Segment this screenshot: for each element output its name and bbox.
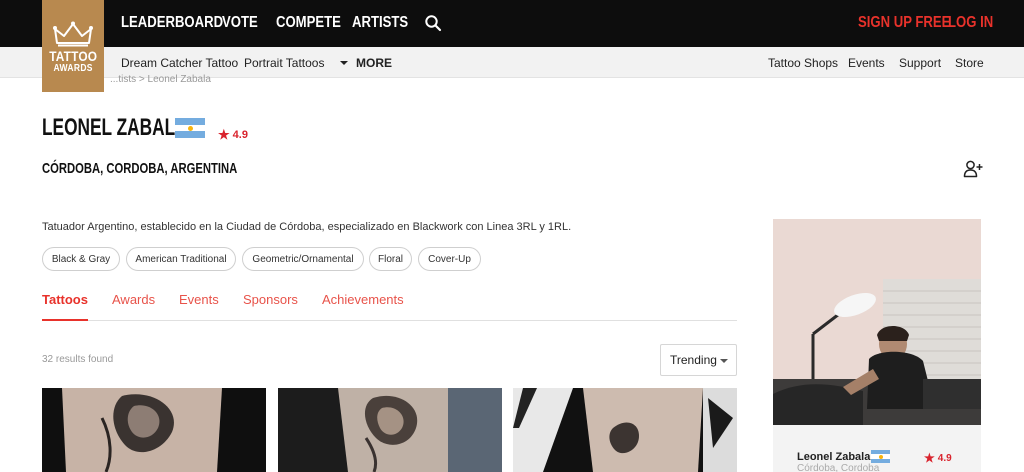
logo-line-2: AWARDS	[53, 63, 93, 74]
chevron-down-icon	[720, 359, 728, 363]
subnav-events[interactable]: Events	[848, 56, 885, 70]
card-artist-name[interactable]: Leonel Zabala	[797, 451, 870, 463]
tab-tattoos[interactable]: Tattoos	[42, 292, 88, 321]
login-link[interactable]: LOG IN	[948, 14, 993, 32]
card-rating: ★ 4.9	[924, 451, 952, 465]
tag-geometric-ornamental[interactable]: Geometric/Ornamental	[242, 247, 364, 271]
nav-artists[interactable]: ARTISTS	[352, 14, 408, 32]
sort-dropdown[interactable]: Trending	[660, 344, 737, 376]
profile-tabs: Tattoos Awards Events Sponsors Achieveme…	[42, 292, 737, 321]
nav-compete[interactable]: COMPETE	[276, 14, 341, 32]
crown-icon	[53, 21, 93, 47]
tab-achievements[interactable]: Achievements	[322, 292, 404, 321]
card-location: Córdoba, Cordoba	[797, 463, 880, 472]
subnav-portrait-tattoos[interactable]: Portrait Tattoos	[244, 56, 324, 70]
subnav-dream-catcher[interactable]: Dream Catcher Tattoo	[121, 56, 238, 70]
subnav-more-dropdown[interactable]: MORE	[340, 56, 392, 70]
breadcrumb[interactable]: ...tists > Leonel Zabala	[110, 74, 211, 85]
argentina-flag-icon	[175, 118, 205, 138]
add-user-icon[interactable]	[963, 160, 983, 178]
artist-location: CÓRDOBA, CORDOBA, ARGENTINA	[42, 160, 238, 177]
tab-awards[interactable]: Awards	[112, 292, 155, 321]
nav-leaderboard[interactable]: LEADERBOARD	[121, 14, 223, 32]
top-navbar: LEADERBOARD VOTE COMPETE ARTISTS SIGN UP…	[0, 0, 1024, 47]
tattoo-image[interactable]	[513, 388, 737, 472]
star-icon: ★	[924, 451, 935, 465]
tattoo-awards-logo[interactable]: TATTOO AWARDS	[42, 0, 104, 92]
artist-card[interactable]: Leonel Zabala ★ 4.9	[773, 219, 981, 472]
tattoo-photo	[278, 388, 502, 472]
subnav-support[interactable]: Support	[899, 56, 941, 70]
results-count: 32 results found	[42, 354, 114, 365]
artist-name: LEONEL ZABALA	[42, 114, 188, 141]
subnav-more-label: MORE	[356, 56, 392, 70]
tattoo-photo	[513, 388, 737, 472]
tag-american-traditional[interactable]: American Traditional	[126, 247, 236, 271]
nav-vote[interactable]: VOTE	[222, 14, 258, 32]
tab-sponsors[interactable]: Sponsors	[243, 292, 298, 321]
argentina-flag-icon	[871, 450, 890, 463]
star-icon: ★	[218, 127, 230, 142]
card-rating-value: 4.9	[937, 453, 952, 464]
tag-cover-up[interactable]: Cover-Up	[418, 247, 481, 271]
rating-value: 4.9	[232, 129, 248, 141]
tattoo-photo	[42, 388, 266, 472]
tattoo-image[interactable]	[42, 388, 266, 472]
sort-selected: Trending	[670, 353, 717, 367]
artist-bio: Tatuador Argentino, establecido en la Ci…	[42, 221, 572, 233]
logo-line-1: TATTOO	[49, 48, 97, 64]
chevron-down-icon	[340, 60, 348, 65]
subnav-store[interactable]: Store	[955, 56, 984, 70]
artist-rating: ★ 4.9	[218, 127, 248, 143]
tab-events[interactable]: Events	[179, 292, 219, 321]
tag-floral[interactable]: Floral	[369, 247, 412, 271]
artist-photo	[773, 219, 981, 425]
artist-studio-photo	[773, 219, 981, 425]
search-icon[interactable]	[424, 14, 442, 32]
tag-black-gray[interactable]: Black & Gray	[42, 247, 120, 271]
signup-link[interactable]: SIGN UP FREE	[858, 14, 950, 32]
subnav-tattoo-shops[interactable]: Tattoo Shops	[768, 56, 838, 70]
tattoo-image[interactable]	[278, 388, 502, 472]
